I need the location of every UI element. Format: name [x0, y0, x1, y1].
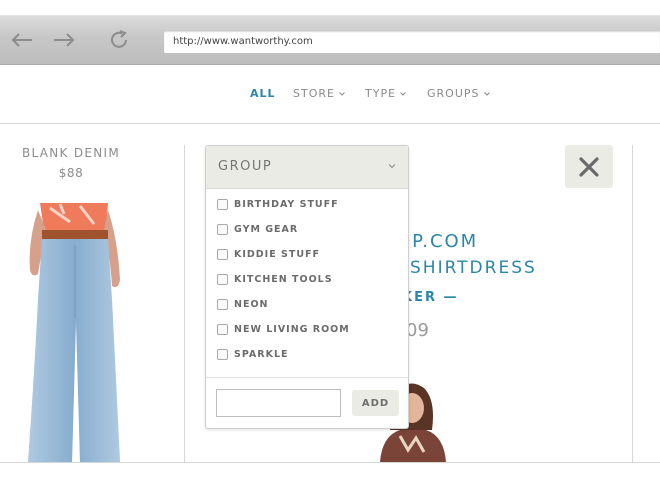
nav-item-label: GROUPS [427, 87, 480, 100]
checkbox[interactable] [217, 223, 228, 235]
group-option-label: GYM GEAR [234, 223, 299, 235]
close-button[interactable] [565, 145, 613, 188]
group-option-kiddie-stuff[interactable]: KIDDIE STUFF [217, 246, 320, 262]
forward-arrow-icon[interactable] [52, 28, 76, 52]
checkbox[interactable] [217, 198, 228, 210]
chevron-down-icon [483, 91, 490, 96]
group-option-label: SPARKLE [234, 348, 289, 360]
chevron-down-icon [339, 91, 345, 96]
nav-item-type[interactable]: TYPE [365, 87, 406, 100]
group-dropdown-divider [206, 377, 408, 378]
group-option-label: BIRTHDAY STUFF [234, 198, 339, 210]
item-price: 09 [406, 320, 429, 341]
column-divider [632, 145, 633, 462]
group-option-gym-gear[interactable]: GYM GEAR [217, 221, 298, 237]
checkbox[interactable] [217, 323, 228, 335]
nav-item-groups[interactable]: GROUPS [427, 87, 490, 100]
checkbox[interactable] [217, 248, 228, 260]
back-arrow-icon[interactable] [10, 28, 34, 52]
group-option-new-living-room[interactable]: NEW LIVING ROOM [217, 321, 350, 337]
group-option-label: NEON [234, 298, 269, 310]
filter-nav: ALL STORE TYPE GROUPS [0, 66, 660, 124]
product-name[interactable]: BLANK DENIM [0, 146, 142, 160]
group-dropdown-title: GROUP [218, 159, 273, 174]
group-option-label: KITCHEN TOOLS [234, 273, 333, 285]
group-option-birthday-stuff[interactable]: BIRTHDAY STUFF [217, 196, 339, 212]
reload-icon[interactable] [107, 28, 131, 52]
checkbox[interactable] [217, 348, 228, 360]
item-title: SHIRTDRESS [410, 258, 537, 278]
close-x-icon [579, 156, 599, 177]
checkbox[interactable] [217, 298, 228, 310]
add-group-button[interactable]: ADD [352, 390, 399, 416]
chevron-down-icon [400, 91, 406, 96]
nav-item-all[interactable]: ALL [250, 87, 276, 100]
nav-item-label: ALL [250, 87, 276, 100]
browser-top-strip [0, 0, 660, 16]
group-option-neon[interactable]: NEON [217, 296, 268, 312]
group-option-sparkle[interactable]: SPARKLE [217, 346, 289, 362]
product-image[interactable] [20, 200, 130, 462]
nav-item-label: STORE [293, 87, 335, 100]
new-group-input[interactable] [216, 389, 341, 417]
footer-divider [0, 462, 660, 463]
group-option-label: KIDDIE STUFF [234, 248, 321, 260]
column-divider [184, 145, 185, 462]
group-dropdown-header[interactable]: GROUP [206, 146, 408, 189]
brand-name[interactable]: KER — [402, 290, 459, 305]
group-option-label: NEW LIVING ROOM [234, 323, 350, 335]
checkbox[interactable] [217, 273, 228, 285]
product-price: $88 [58, 166, 84, 180]
group-dropdown: GROUP BIRTHDAY STUFF GYM GEAR KIDDIE STU… [205, 145, 409, 429]
nav-item-store[interactable]: STORE [293, 87, 345, 100]
chevron-down-icon [388, 164, 396, 169]
address-bar[interactable]: http://www.wantworthy.com [164, 31, 660, 53]
group-option-kitchen-tools[interactable]: KITCHEN TOOLS [217, 271, 333, 287]
nav-item-label: TYPE [365, 87, 397, 100]
